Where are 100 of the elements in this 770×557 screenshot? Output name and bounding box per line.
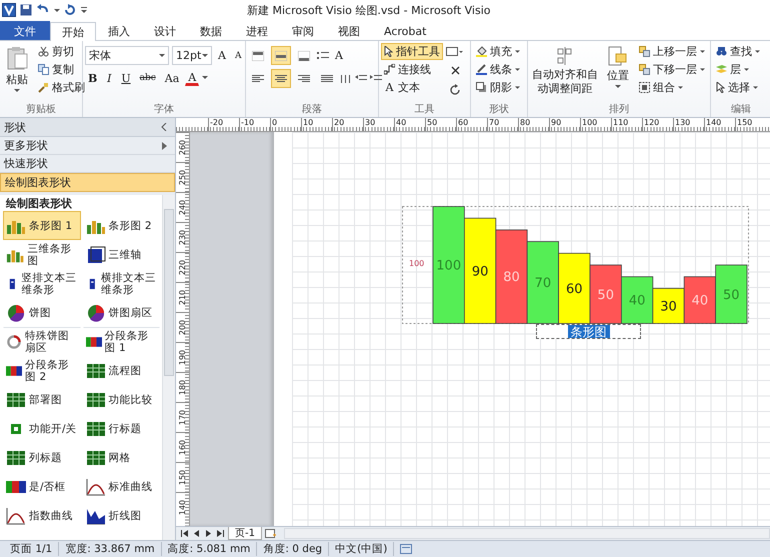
shape-style-button[interactable]: 填充 — [473, 43, 523, 60]
format-button[interactable]: B — [85, 69, 100, 87]
shape-style-button[interactable]: 线条 — [473, 61, 523, 78]
caret-icon — [615, 85, 621, 89]
stencil-item[interactable]: 横排文本三维条形 — [82, 269, 160, 298]
redo-icon[interactable] — [64, 4, 76, 16]
ribbon-tab[interactable]: 进程 — [234, 21, 280, 40]
caret-icon[interactable] — [202, 76, 208, 80]
clipboard-button[interactable]: 剪切 — [35, 43, 88, 60]
layers-icon — [716, 64, 727, 75]
ribbon-tab[interactable]: 视图 — [326, 21, 372, 40]
editing-button[interactable]: 层 — [713, 61, 763, 78]
align-button[interactable] — [271, 69, 291, 88]
line-chart-icon — [86, 506, 106, 524]
stencil-item[interactable]: 行标题 — [82, 414, 160, 443]
stencil-item[interactable]: 列标题 — [3, 443, 80, 472]
columns-icon[interactable] — [340, 74, 352, 84]
stencil-item[interactable]: 部署图 — [3, 385, 80, 414]
next-page-icon[interactable] — [204, 529, 213, 538]
stencil-item[interactable]: 功能比较 — [82, 385, 160, 414]
format-button[interactable]: U — [118, 69, 134, 87]
page-tab[interactable]: 页-1 — [228, 527, 262, 540]
format-button[interactable]: I — [103, 69, 116, 87]
stencil-item[interactable]: 竖排文本三维条形 — [3, 269, 80, 298]
scrollbar[interactable] — [284, 528, 770, 539]
shape-style-button[interactable]: 阴影 — [473, 79, 523, 96]
font-name-field[interactable]: 宋体 — [85, 46, 169, 65]
ribbon-tab[interactable]: 审阅 — [280, 21, 326, 40]
x-mark-icon[interactable] — [450, 66, 460, 75]
previous-page-icon[interactable] — [192, 529, 201, 538]
stencil-item[interactable]: 指数曲线 — [3, 501, 80, 530]
stencil-section[interactable]: 更多形状 — [0, 137, 175, 155]
ribbon-tab[interactable]: 设计 — [142, 21, 188, 40]
app-logo-icon[interactable] — [2, 3, 16, 17]
ribbon-tab[interactable]: Acrobat — [372, 21, 438, 40]
text-direction-button[interactable]: A — [332, 46, 346, 64]
ribbon-tab[interactable]: 数据 — [188, 21, 234, 40]
ribbon-tab[interactable]: 开始 — [50, 22, 96, 41]
vertical-align-icon — [298, 50, 310, 60]
data-label: 30 — [660, 299, 677, 314]
stencil-item[interactable]: 折线图 — [82, 501, 160, 530]
editing-button[interactable]: 选择 — [713, 79, 763, 96]
insert-page-icon[interactable] — [264, 528, 277, 538]
stencil-section[interactable]: 绘制图表形状 — [0, 173, 175, 192]
rectangle-icon[interactable] — [446, 47, 464, 57]
save-icon[interactable] — [20, 4, 32, 16]
arrange-button[interactable]: 组合 — [636, 79, 708, 96]
first-page-icon[interactable] — [180, 529, 189, 538]
chart-title-box[interactable]: 条形图 — [536, 324, 641, 339]
tool-button[interactable]: A 文本 — [381, 79, 443, 96]
status-text: 角度: 0 deg — [257, 542, 330, 556]
macro-icon[interactable] — [400, 544, 412, 554]
pie-chart-icon — [86, 304, 106, 322]
font-size-field[interactable]: 12pt — [172, 46, 212, 65]
auto-align-button[interactable]: 自动对齐和自动调整间距 — [530, 43, 600, 99]
vertical-align-button[interactable] — [271, 46, 291, 65]
ribbon-tab[interactable]: 文件 — [0, 21, 50, 40]
group-label: 字体 — [153, 102, 175, 117]
rotate-icon[interactable] — [450, 84, 460, 95]
tool-button[interactable]: 连接线 — [381, 61, 443, 78]
format-button[interactable]: abc — [136, 69, 159, 87]
customize-caret-icon[interactable] — [80, 4, 88, 16]
last-page-icon[interactable] — [216, 529, 225, 538]
stencil-item[interactable]: 流程图 — [82, 356, 160, 385]
ribbon-tab[interactable]: 插入 — [96, 21, 142, 40]
align-icon — [252, 74, 264, 82]
editing-button[interactable]: 查找 — [713, 43, 763, 60]
clipboard-button[interactable]: 格式刷 — [35, 79, 88, 96]
paste-button[interactable]: 粘贴 — [2, 43, 32, 96]
arrange-button[interactable]: 上移一层 — [636, 43, 708, 60]
tool-button[interactable]: 指针工具 — [381, 43, 443, 60]
align-icon — [275, 74, 287, 82]
group-label: 形状 — [488, 102, 510, 117]
format-button[interactable]: Aa — [162, 69, 182, 87]
stencil-item[interactable]: 三维轴 — [82, 240, 160, 269]
shrink-font-button[interactable]: A — [232, 46, 244, 64]
stencil-item[interactable]: 标准曲线 — [82, 472, 160, 501]
scrollbar[interactable] — [162, 195, 175, 540]
vertical-ruler: 260 250 240 230 220 210 200 190 180 170 160 150 140 — [176, 132, 190, 526]
stencil-item[interactable]: 条形图 2 — [82, 211, 160, 240]
data-label: 40 — [628, 294, 646, 309]
stencil-item[interactable]: 特殊饼图扇区 — [3, 327, 80, 356]
stencil-item[interactable]: 饼图 — [3, 298, 80, 327]
font-color-button[interactable]: A — [185, 70, 200, 86]
axis-label: 100 — [409, 259, 424, 268]
stencil-item[interactable]: 功能开/关 — [3, 414, 80, 443]
stencil-item[interactable]: 三维条形图 — [3, 240, 80, 269]
arrange-button[interactable]: 下移一层 — [636, 61, 708, 78]
position-button[interactable]: 位置 — [603, 43, 633, 92]
stencil-item[interactable]: 是/否框 — [3, 472, 80, 501]
stencil-item[interactable]: 网格 — [82, 443, 160, 472]
caret-icon — [753, 86, 758, 90]
stencil-item[interactable]: 分段条形图 2 — [3, 356, 80, 385]
stencil-item[interactable]: 饼图扇区 — [82, 298, 160, 327]
stencil-item[interactable]: 条形图 1 — [3, 211, 80, 240]
bullet-list-icon[interactable] — [317, 50, 329, 60]
collapse-icon[interactable] — [161, 123, 167, 131]
grow-font-button[interactable]: A — [215, 46, 229, 64]
group-label: 工具 — [414, 103, 436, 117]
stencil-item[interactable]: 分段条形图 1 — [82, 327, 160, 356]
